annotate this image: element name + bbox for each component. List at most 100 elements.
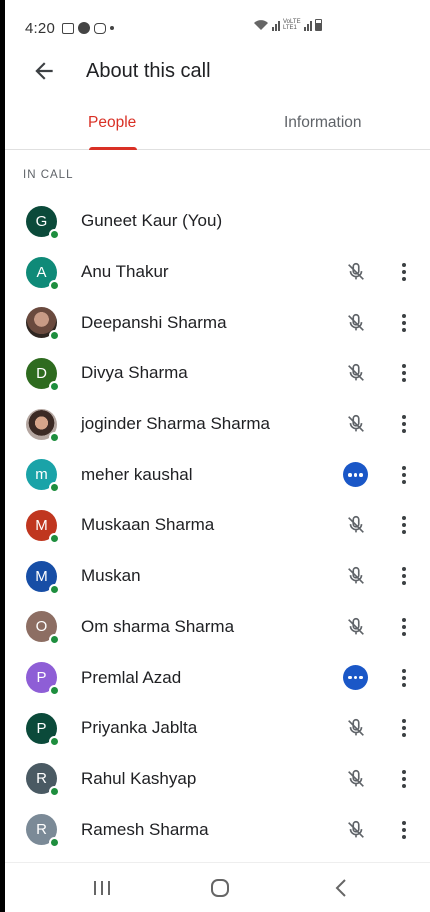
presence-indicator [49,482,60,494]
more-options-icon[interactable] [395,818,413,842]
presence-indicator [49,228,60,240]
recent-apps-icon[interactable] [90,877,114,899]
participant-name: joginder Sharma Sharma [81,414,270,434]
more-options-icon[interactable] [395,513,413,537]
participant-row[interactable]: M Muskan [5,551,430,602]
more-options-icon[interactable] [395,311,413,335]
participant-row[interactable]: G Guneet Kaur (You) [5,196,430,247]
participant-row[interactable]: R Ramesh Sharma [5,804,430,855]
more-options-icon[interactable] [395,564,413,588]
back-icon[interactable] [330,877,354,899]
app-bar: About this call [5,56,430,94]
mic-off-icon [345,819,367,841]
mic-off-icon [345,717,367,739]
avatar: m [26,459,60,494]
cast-icon [94,22,106,34]
avatar: R [26,814,60,849]
avatar: P [26,662,60,697]
avatar-initial: P [36,719,47,737]
notification-dot-icon [110,26,114,30]
participant-row[interactable]: O Om sharma Sharma [5,602,430,653]
presence-indicator [49,330,60,342]
status-bar: 4:20 VoLTE LTE1 [5,0,430,56]
signal-icon-2 [304,20,312,31]
wifi-icon [254,20,268,30]
avatar-initial: A [36,263,47,281]
mic-off-icon [345,616,367,638]
participant-name: Om sharma Sharma [81,616,235,636]
presence-indicator [49,431,60,443]
avatar: G [26,205,60,240]
more-options-icon[interactable] [395,767,413,791]
participant-row[interactable]: Deepanshi Sharma [5,297,430,348]
participant-row[interactable]: joginder Sharma Sharma [5,399,430,450]
mic-off-icon [345,768,367,790]
status-time: 4:20 [25,19,55,37]
participant-row[interactable]: A Anu Thakur [5,247,430,298]
screen: 4:20 VoLTE LTE1 About this call People I… [5,0,430,912]
participant-name: Rahul Kashyap [81,768,197,788]
presence-indicator [49,634,60,646]
presence-indicator [49,837,60,849]
avatar: D [26,357,60,392]
participant-row[interactable]: D Divya Sharma [5,348,430,399]
section-label-in-call: IN CALL [23,169,74,181]
arrow-back-icon[interactable] [31,58,57,84]
tab-bar: People Information [5,104,430,150]
avatar: O [26,611,60,646]
avatar: A [26,256,60,291]
participant-name: Ramesh Sharma [81,819,209,839]
avatar: R [26,763,60,798]
participant-row[interactable]: m meher kaushal [5,449,430,500]
participant-row[interactable]: M Muskaan Sharma [5,500,430,551]
participant-name: Priyanka Jablta [81,718,198,738]
active-tab-indicator [89,147,137,150]
presence-indicator [49,279,60,291]
more-options-icon[interactable] [395,666,413,690]
participant-name: Guneet Kaur (You) [81,211,223,231]
presence-indicator [49,786,60,798]
mic-off-icon [345,514,367,536]
avatar-initial: R [36,770,47,788]
system-nav-bar [5,862,430,912]
network-label: VoLTE LTE1 [283,19,301,31]
avatar: P [26,712,60,747]
avatar [26,307,60,342]
gallery-icon [62,22,74,34]
participant-name: Muskaan Sharma [81,515,215,535]
avatar-initial: m [35,466,48,484]
presence-indicator [49,380,60,392]
participant-row[interactable]: R Rahul Kashyap [5,754,430,805]
participant-name: Premlal Azad [81,667,182,687]
avatar-initial: M [35,516,48,534]
more-options-icon[interactable] [395,716,413,740]
avatar-initial: M [35,567,48,585]
battery-icon [315,19,322,31]
avatar-initial: G [35,212,48,230]
mic-off-icon [345,312,367,334]
more-options-icon[interactable] [395,615,413,639]
participant-list: G Guneet Kaur (You) A Anu Thakur Deepanshi S… [5,196,430,855]
avatar: M [26,509,60,544]
presence-indicator [49,685,60,697]
participant-name: Anu Thakur [81,262,169,282]
participant-row[interactable]: P Premlal Azad [5,652,430,703]
avatar: M [26,560,60,595]
mic-off-icon [345,413,367,435]
more-options-icon[interactable] [395,260,413,284]
more-options-icon[interactable] [395,412,413,436]
more-options-icon[interactable] [395,361,413,385]
tab-people[interactable]: People [88,114,136,132]
presence-indicator [49,532,60,544]
avatar-initial: D [36,364,47,382]
participant-name: Muskan [81,566,141,586]
more-options-icon[interactable] [395,463,413,487]
participant-name: Divya Sharma [81,363,188,383]
participant-row[interactable]: P Priyanka Jablta [5,703,430,754]
speaking-indicator-icon [343,665,368,691]
mic-off-icon [345,261,367,283]
home-icon[interactable] [208,877,232,899]
account-icon [78,22,90,34]
presence-indicator [49,735,60,747]
tab-information[interactable]: Information [284,114,362,132]
